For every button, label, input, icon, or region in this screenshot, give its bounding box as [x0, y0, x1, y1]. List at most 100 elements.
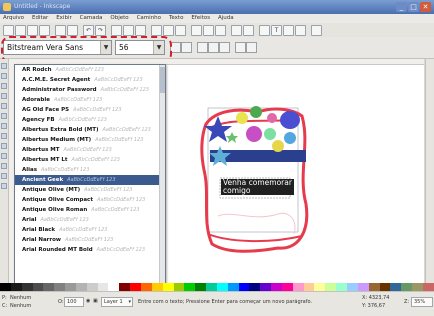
swatch[interactable]	[336, 283, 347, 291]
swatch[interactable]	[108, 283, 120, 291]
print-icon[interactable]	[39, 25, 50, 36]
swatch[interactable]	[347, 283, 358, 291]
font-option[interactable]: Albertus MT AaBbCcDdEeFf 123	[15, 145, 165, 155]
import-icon[interactable]	[55, 25, 66, 36]
rectangle-tool-icon[interactable]	[1, 93, 7, 99]
swatch[interactable]	[10, 283, 22, 291]
clone-icon[interactable]	[203, 25, 214, 36]
font-option[interactable]: Albertus Medium (MT) AaBbCcDdEeFf 123	[15, 135, 165, 145]
align-left-icon[interactable]	[197, 42, 208, 53]
node-tool-icon[interactable]	[1, 73, 7, 79]
text-font-icon[interactable]: T	[271, 25, 282, 36]
opacity-spinbox[interactable]: 100	[64, 297, 84, 307]
star-tool-icon[interactable]	[1, 113, 7, 119]
duplicate-icon[interactable]	[191, 25, 202, 36]
swatch[interactable]	[21, 283, 33, 291]
swatch[interactable]	[86, 283, 98, 291]
swatch[interactable]	[401, 283, 413, 291]
swatch[interactable]	[173, 283, 185, 291]
close-button[interactable]: ✕	[420, 2, 431, 12]
swatch[interactable]	[368, 283, 380, 291]
swatch[interactable]	[281, 283, 293, 291]
font-option[interactable]: AR Rodch AaBbCcDdEeFf 123	[15, 65, 165, 75]
italic-toggle-icon[interactable]	[181, 42, 192, 53]
horizontal-text-icon[interactable]	[235, 42, 246, 53]
font-list-scrollbar[interactable]	[159, 65, 165, 299]
font-option[interactable]: Albertus Extra Bold (MT) AaBbCcDdEeFf 123	[15, 125, 165, 135]
font-option[interactable]: Alias AaBbCcDdEeFf 123	[15, 165, 165, 175]
undo-icon[interactable]: ↶	[83, 25, 94, 36]
font-option-selected[interactable]: Ancient Geek AaBbCcDdEeFf 123	[15, 175, 165, 185]
vertical-scrollbar[interactable]	[425, 59, 434, 289]
align-right-icon[interactable]	[219, 42, 230, 53]
menu-editar[interactable]: Editar	[29, 14, 51, 23]
swatch[interactable]	[390, 283, 402, 291]
copy-icon[interactable]	[111, 25, 122, 36]
text-tool-icon[interactable]	[1, 163, 7, 169]
font-list-scroll-thumb[interactable]	[160, 67, 165, 93]
zoom-drawing-icon[interactable]	[163, 25, 174, 36]
swatch[interactable]	[32, 283, 44, 291]
cut-icon[interactable]	[123, 25, 134, 36]
group-icon[interactable]	[231, 25, 242, 36]
font-family-dropdown-list[interactable]: AR Rodch AaBbCcDdEeFf 123 A.C.M.E. Secret…	[14, 64, 166, 300]
swatch[interactable]	[140, 283, 152, 291]
swatch[interactable]	[271, 283, 282, 291]
menu-camada[interactable]: Camada	[77, 14, 106, 23]
paste-icon[interactable]	[135, 25, 146, 36]
lock-toggle-icon[interactable]: ▣	[93, 298, 98, 304]
font-option[interactable]: Arial Black AaBbCcDdEeFf 123	[15, 225, 165, 235]
font-option[interactable]: AG Old Face PS AaBbCcDdEeFf 123	[15, 105, 165, 115]
open-file-icon[interactable]	[15, 25, 26, 36]
canvas-text-object[interactable]: Venha comemorar comigo	[221, 179, 294, 195]
font-option[interactable]: Agency FB AaBbCcDdEeFf 123	[15, 115, 165, 125]
swatch[interactable]	[75, 283, 87, 291]
swatch[interactable]	[130, 283, 141, 291]
swatch[interactable]	[119, 283, 131, 291]
zoom-selection-icon[interactable]	[151, 25, 162, 36]
dropper-tool-icon[interactable]	[1, 183, 7, 189]
export-icon[interactable]	[67, 25, 78, 36]
swatch[interactable]	[184, 283, 196, 291]
swatch[interactable]	[314, 283, 326, 291]
swatch[interactable]	[151, 283, 163, 291]
menu-texto[interactable]: Texto	[166, 14, 187, 23]
font-option[interactable]: Antique Olive Roman AaBbCcDdEeFf 123	[15, 205, 165, 215]
font-option[interactable]: Adorable AaBbCcDdEeFf 123	[15, 95, 165, 105]
font-option[interactable]: Arial Narrow AaBbCcDdEeFf 123	[15, 235, 165, 245]
chevron-down-icon[interactable]: ▾	[128, 299, 131, 305]
font-option[interactable]: Albertus MT Lt AaBbCcDdEeFf 123	[15, 155, 165, 165]
swatch[interactable]	[0, 283, 11, 291]
swatch[interactable]	[54, 283, 66, 291]
new-document-icon[interactable]	[3, 25, 14, 36]
swatch[interactable]	[195, 283, 207, 291]
swatch[interactable]	[292, 283, 304, 291]
unlink-clone-icon[interactable]	[215, 25, 226, 36]
minimize-button[interactable]: _	[396, 2, 407, 12]
fill-stroke-icon[interactable]	[259, 25, 270, 36]
ellipse-tool-icon[interactable]	[1, 103, 7, 109]
color-palette[interactable]	[0, 283, 434, 291]
xml-editor-icon[interactable]	[295, 25, 306, 36]
align-center-icon[interactable]	[208, 42, 219, 53]
swatch[interactable]	[325, 283, 337, 291]
swatch[interactable]	[238, 283, 250, 291]
font-option[interactable]: Antique Olive (MT) AaBbCcDdEeFf 123	[15, 185, 165, 195]
visibility-toggle-icon[interactable]: ◉	[86, 298, 90, 304]
swatch[interactable]	[206, 283, 217, 291]
swatch[interactable]	[216, 283, 228, 291]
swatch[interactable]	[260, 283, 272, 291]
vertical-text-icon[interactable]	[246, 42, 257, 53]
swatch[interactable]	[412, 283, 423, 291]
swatch[interactable]	[379, 283, 391, 291]
zoom-field[interactable]: 35%	[411, 297, 433, 307]
font-option[interactable]: Arial AaBbCcDdEeFf 123	[15, 215, 165, 225]
swatch[interactable]	[227, 283, 239, 291]
pencil-tool-icon[interactable]	[1, 133, 7, 139]
swatch[interactable]	[422, 283, 434, 291]
menu-objeto[interactable]: Objeto	[107, 14, 131, 23]
font-option[interactable]: A.C.M.E. Secret Agent AaBbCcDdEeFf 123	[15, 75, 165, 85]
redo-icon[interactable]: ↷	[95, 25, 106, 36]
menu-exibir[interactable]: Exibir	[53, 14, 75, 23]
swatch[interactable]	[43, 283, 55, 291]
